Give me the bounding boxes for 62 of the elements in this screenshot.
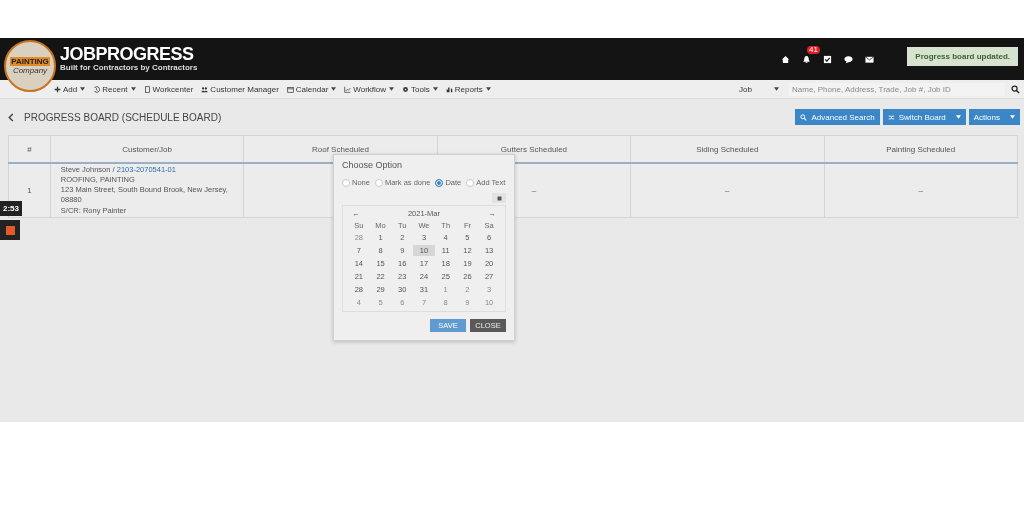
caret-icon xyxy=(485,87,491,91)
caret-icon xyxy=(389,87,395,91)
search-scope-dropdown[interactable]: Job xyxy=(739,84,783,94)
checkbox-icon[interactable] xyxy=(823,54,832,64)
bell-icon[interactable] xyxy=(802,54,811,64)
gear-icon xyxy=(402,85,410,93)
page-title: PROGRESS BOARD (SCHEDULE BOARD) xyxy=(24,111,222,123)
stop-recording-button[interactable] xyxy=(0,220,20,240)
line-chart-icon xyxy=(344,85,352,93)
action-button[interactable]: Switch Board xyxy=(882,109,966,125)
calendar-button[interactable] xyxy=(492,193,506,203)
nav-menu-item[interactable]: Calendar xyxy=(286,84,337,94)
plus-icon xyxy=(54,85,61,93)
nav-menu-item[interactable]: Tools xyxy=(402,84,438,94)
calendar-icon xyxy=(496,195,502,201)
caret-icon xyxy=(331,87,337,91)
logo-text: PAINTING xyxy=(10,57,50,66)
caret-icon xyxy=(1010,115,1015,119)
column-header: Painting Scheduled xyxy=(824,135,1018,163)
search-icon[interactable] xyxy=(1011,84,1020,94)
schedule-cell[interactable]: – xyxy=(725,185,730,195)
brand-tagline: Built for Contractors by Contractors xyxy=(60,64,198,73)
calendar-icon xyxy=(286,85,294,93)
back-icon[interactable] xyxy=(8,112,14,122)
search-icon xyxy=(800,113,808,121)
nav-menu-item[interactable]: Reports xyxy=(445,84,491,94)
column-header: Siding Scheduled xyxy=(630,135,825,163)
nav-menu-item[interactable]: Add xyxy=(54,84,86,94)
chat-icon[interactable] xyxy=(844,54,853,64)
toast-notification: Progress board updated. xyxy=(907,47,1018,66)
caret-icon xyxy=(432,87,438,91)
shuffle-icon xyxy=(887,113,895,121)
notification-badge: 41 xyxy=(807,45,820,55)
nav-menu-item[interactable]: Workcenter xyxy=(143,84,194,94)
caret-icon xyxy=(130,87,136,91)
mail-icon[interactable] xyxy=(865,54,874,64)
nav-menu-item[interactable]: Workflow xyxy=(344,84,395,94)
column-header: Customer/Job xyxy=(50,135,244,163)
action-button[interactable]: Advanced Search xyxy=(795,109,880,125)
history-icon xyxy=(93,85,101,93)
radio-button[interactable] xyxy=(466,178,475,187)
column-header: # xyxy=(8,135,51,163)
brand-name: JOBPROGRESS xyxy=(60,45,195,65)
users-icon xyxy=(201,85,209,93)
radio-button[interactable] xyxy=(374,178,383,187)
bar-chart-icon xyxy=(445,85,453,93)
recording-timer: 2:53 xyxy=(0,201,22,216)
search-field[interactable]: Name, Phone, Address, Trade, Job #, Job ID xyxy=(789,82,1005,96)
radio-button[interactable] xyxy=(435,178,444,187)
schedule-cell[interactable]: – xyxy=(918,185,923,195)
nav-menu-item[interactable]: Customer Manager xyxy=(201,84,279,94)
action-button[interactable]: Actions xyxy=(968,109,1020,125)
caret-icon xyxy=(955,115,961,119)
logo-subtext: Company xyxy=(12,66,48,75)
caret-icon xyxy=(80,87,86,91)
radio-button[interactable] xyxy=(342,178,350,187)
dialog-title: Choose Option xyxy=(342,160,404,170)
page-icon xyxy=(143,85,151,93)
caret-icon xyxy=(774,87,779,91)
nav-menu-item[interactable]: Recent xyxy=(93,84,136,94)
schedule-cell[interactable]: – xyxy=(531,185,537,195)
home-icon[interactable] xyxy=(781,54,790,64)
